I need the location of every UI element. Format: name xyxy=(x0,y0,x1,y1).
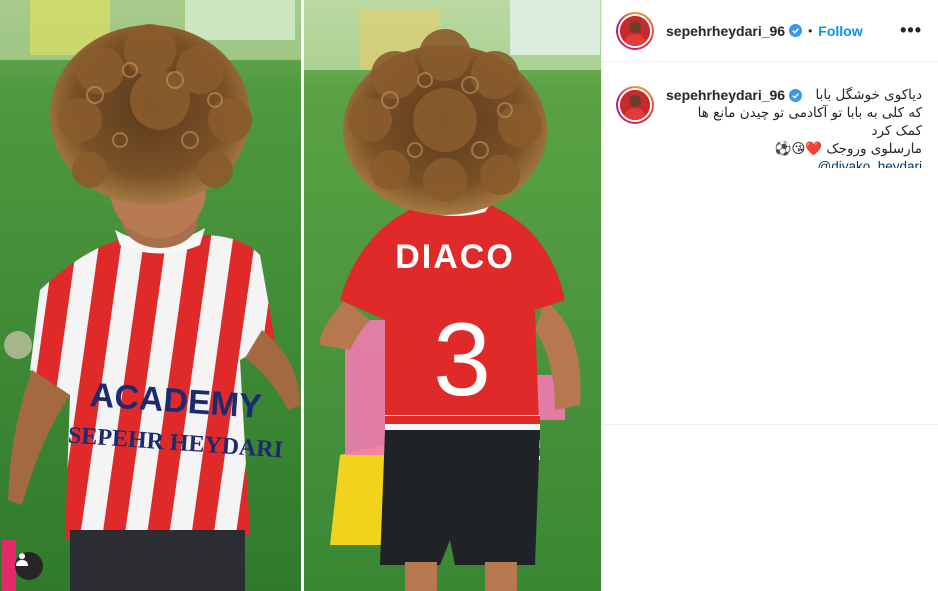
right-shirt-name: DIACO xyxy=(395,238,515,276)
post-photo-collage: ACADEMY SEPEHR HEYDARI DIACO 3 xyxy=(0,0,601,591)
caption-line-1: دیاکوی خوشگل بابا xyxy=(815,87,922,103)
post-image[interactable]: ACADEMY SEPEHR HEYDARI DIACO 3 xyxy=(0,0,601,591)
section-divider xyxy=(602,424,938,425)
username-link[interactable]: sepehrheydari_96 xyxy=(666,23,785,39)
more-options-icon[interactable]: ••• xyxy=(900,20,922,41)
caption-avatar-photo xyxy=(620,90,650,120)
caption-line-2: که کلی به بابا تو آکادمی تو چیدن مانع ها xyxy=(697,105,922,121)
caption-comment: sepehrheydari_96 دیاکوی خوشگل بابا که کل… xyxy=(602,62,938,172)
tagged-user-button[interactable] xyxy=(15,552,43,580)
mention-link[interactable]: @diyako_heydari xyxy=(666,158,922,168)
post-sidebar: sepehrheydari_96 • Follow ••• sepehrheyd… xyxy=(601,0,938,591)
instagram-post: ACADEMY SEPEHR HEYDARI DIACO 3 sepehrhey… xyxy=(0,0,938,591)
caption-username-link[interactable]: sepehrheydari_96 xyxy=(666,86,785,104)
post-header: sepehrheydari_96 • Follow ••• xyxy=(602,0,938,62)
verified-badge-icon xyxy=(789,24,803,37)
user-tag-icon xyxy=(16,553,28,566)
caption-verified-badge-icon xyxy=(789,88,803,102)
follow-button[interactable]: Follow xyxy=(818,23,862,39)
separator-dot: • xyxy=(808,23,813,38)
avatar[interactable] xyxy=(616,11,654,50)
caption-line-4: مارسلوی وروجک ❤️😘⚽ xyxy=(774,141,922,157)
avatar-photo xyxy=(620,15,650,46)
caption-line-3: کمک کرد xyxy=(871,123,923,139)
right-shirt-number: 3 xyxy=(433,302,491,418)
caption-avatar[interactable] xyxy=(616,86,654,124)
caption-text: sepehrheydari_96 دیاکوی خوشگل بابا که کل… xyxy=(666,86,922,172)
